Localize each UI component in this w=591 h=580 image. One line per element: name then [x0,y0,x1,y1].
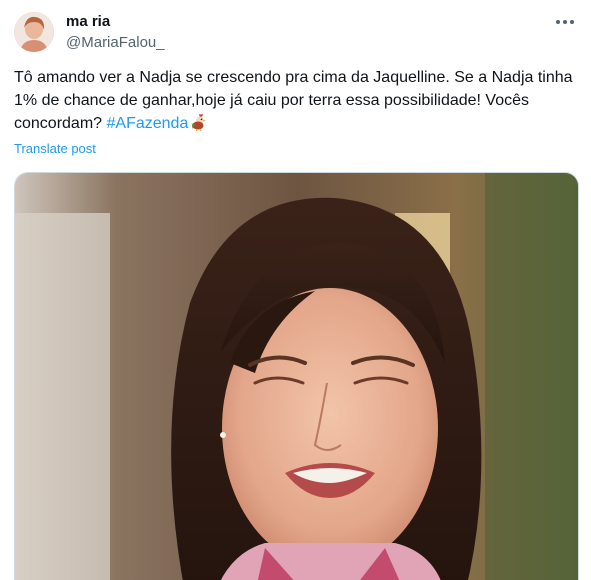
tweet-header: ma ria @MariaFalou_ [14,12,577,58]
rooster-emoji-icon [190,113,208,132]
author-handle[interactable]: @MariaFalou_ [66,33,165,53]
photo-woman-grimacing [15,173,578,580]
avatar-image [14,12,54,52]
avatar[interactable] [14,12,54,52]
dot [563,20,567,24]
author-names: ma ria @MariaFalou_ [66,12,165,53]
author-display-name[interactable]: ma ria [66,12,165,32]
tweet-text: Tô amando ver a Nadja se crescendo pra c… [14,66,581,135]
dot [570,20,574,24]
tweet-card: ma ria @MariaFalou_ Tô amando ver a Nadj… [0,0,591,580]
tweet-media-photo[interactable] [14,172,579,580]
tweet-text-content: Tô amando ver a Nadja se crescendo pra c… [14,69,577,132]
translate-post-link[interactable]: Translate post [14,141,96,156]
more-options-icon[interactable] [553,12,577,32]
dot [556,20,560,24]
hashtag-link[interactable]: #AFazenda [107,115,189,132]
